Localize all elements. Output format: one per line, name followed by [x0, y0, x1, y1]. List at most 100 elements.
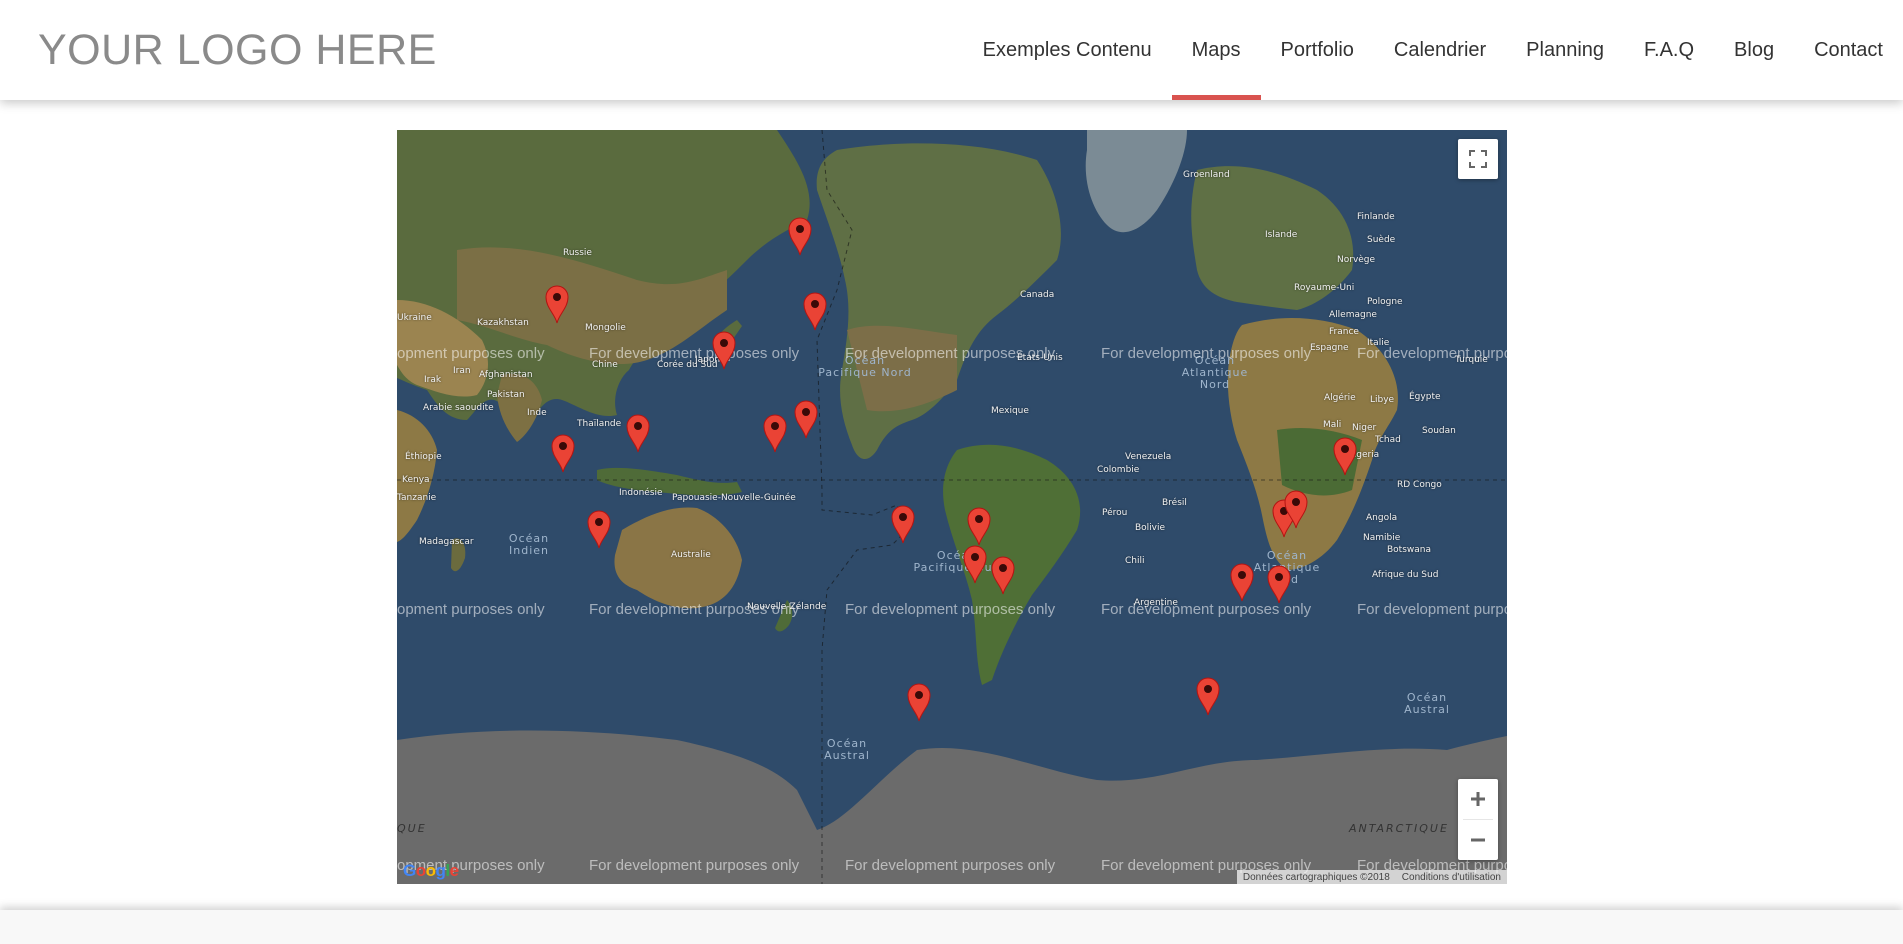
- label-niger: Niger: [1352, 423, 1377, 433]
- terms-link[interactable]: Conditions d'utilisation: [1402, 872, 1501, 883]
- label-royaume-uni: Royaume-Uni: [1294, 283, 1355, 293]
- zoom-in-button[interactable]: [1458, 779, 1498, 819]
- map-marker[interactable]: [711, 330, 737, 370]
- label-mexique: Mexique: [991, 406, 1029, 416]
- watermark: For development purpo: [1357, 601, 1507, 618]
- label-mali: Mali: [1323, 420, 1342, 430]
- label-pakistan: Pakistan: [487, 390, 525, 400]
- map-pin-icon: [967, 507, 991, 546]
- main-nav: Exemples Contenu Maps Portfolio Calendri…: [963, 0, 1903, 100]
- label-venezuela: Venezuela: [1125, 452, 1172, 462]
- antarctica-label-left: QUE: [397, 822, 427, 835]
- map-marker[interactable]: [1229, 562, 1255, 602]
- map-marker[interactable]: [1332, 436, 1358, 476]
- map-pin-icon: [963, 545, 987, 584]
- map-pin-icon: [551, 434, 575, 473]
- watermark: For development purposes only: [845, 601, 1056, 618]
- label-pologne: Pologne: [1367, 297, 1403, 307]
- label-espagne: Espagne: [1310, 343, 1349, 353]
- google-map[interactable]: Groenland Finlande Islande Suède Norvège…: [397, 130, 1507, 884]
- map-marker[interactable]: [802, 291, 828, 331]
- label-libye: Libye: [1370, 395, 1395, 405]
- map-marker[interactable]: [906, 682, 932, 722]
- label-irak: Irak: [424, 375, 442, 385]
- label-groenland: Groenland: [1183, 170, 1230, 180]
- label-arabie-saoudite: Arabie saoudite: [423, 403, 494, 413]
- map-pin-icon: [803, 292, 827, 331]
- map-marker[interactable]: [966, 506, 992, 546]
- label-chili: Chili: [1125, 556, 1145, 566]
- label-egypte: Égypte: [1409, 392, 1441, 402]
- nav-item-maps[interactable]: Maps: [1171, 0, 1261, 100]
- map-pin-icon: [763, 414, 787, 453]
- watermark: For development purposes only: [845, 345, 1056, 362]
- map-pin-icon: [1196, 677, 1220, 716]
- watermark: For development purposes only: [589, 857, 800, 874]
- label-france: France: [1329, 327, 1359, 337]
- label-kenya-left: Kenya: [402, 475, 430, 485]
- nav-item-planning[interactable]: Planning: [1506, 0, 1624, 100]
- ocean-label-austral-1: Océan Austral: [824, 737, 870, 762]
- nav-item-contact[interactable]: Contact: [1794, 0, 1903, 100]
- map-attribution: Données cartographiques ©2018 Conditions…: [1236, 870, 1507, 884]
- watermark: For development purposes only: [845, 857, 1056, 874]
- nav-item-exemples-contenu[interactable]: Exemples Contenu: [963, 0, 1172, 100]
- ocean-label-indien: Océan Indien: [508, 532, 550, 557]
- map-marker[interactable]: [586, 509, 612, 549]
- map-marker[interactable]: [625, 413, 651, 453]
- label-indonesie: Indonésie: [619, 488, 663, 498]
- fullscreen-button[interactable]: [1458, 139, 1498, 179]
- minus-icon: [1471, 838, 1485, 842]
- map-pin-icon: [1333, 437, 1357, 476]
- google-logo[interactable]: Google: [403, 861, 459, 881]
- nav-item-portfolio[interactable]: Portfolio: [1261, 0, 1374, 100]
- label-thailande: Thaïlande: [577, 419, 622, 429]
- site-header: YOUR LOGO HERE Exemples Contenu Maps Por…: [0, 0, 1903, 100]
- map-marker[interactable]: [890, 504, 916, 544]
- label-namibie: Namibie: [1363, 533, 1401, 543]
- map-pin-icon: [1267, 565, 1291, 604]
- label-botswana: Botswana: [1387, 545, 1431, 555]
- label-soudan: Soudan: [1422, 426, 1456, 436]
- label-norvege: Norvège: [1337, 255, 1376, 265]
- zoom-out-button[interactable]: [1458, 820, 1498, 860]
- fullscreen-icon: [1469, 150, 1487, 168]
- map-marker[interactable]: [1195, 676, 1221, 716]
- map-marker[interactable]: [762, 413, 788, 453]
- nav-item-calendrier[interactable]: Calendrier: [1374, 0, 1506, 100]
- nav-item-blog[interactable]: Blog: [1714, 0, 1794, 100]
- map-pin-icon: [794, 400, 818, 439]
- map-marker[interactable]: [550, 433, 576, 473]
- site-logo[interactable]: YOUR LOGO HERE: [38, 26, 437, 75]
- label-suede: Suède: [1367, 235, 1396, 245]
- map-pin-icon: [1284, 490, 1308, 529]
- nav-item-faq[interactable]: F.A.Q: [1624, 0, 1714, 100]
- map-marker[interactable]: [787, 216, 813, 256]
- label-perou: Pérou: [1102, 508, 1128, 518]
- label-madagascar-left: Madagascar: [419, 537, 474, 547]
- label-finlande: Finlande: [1357, 212, 1395, 222]
- map-marker[interactable]: [544, 284, 570, 324]
- label-algerie: Algérie: [1324, 393, 1356, 403]
- map-marker[interactable]: [1283, 489, 1309, 529]
- label-islande: Islande: [1265, 230, 1298, 240]
- map-pin-icon: [788, 217, 812, 256]
- label-australie: Australie: [671, 550, 711, 560]
- label-papouasie: Papouasie-Nouvelle-Guinée: [672, 493, 796, 503]
- map-marker[interactable]: [793, 399, 819, 439]
- label-inde: Inde: [527, 408, 547, 418]
- map-pin-icon: [712, 331, 736, 370]
- watermark: For development purposes only: [1101, 345, 1312, 362]
- antarctica-label: ANTARCTIQUE: [1349, 822, 1449, 835]
- map-marker[interactable]: [1266, 564, 1292, 604]
- ocean-label-austral-2: Océan Austral: [1404, 691, 1450, 716]
- map-pin-icon: [907, 683, 931, 722]
- map-marker[interactable]: [990, 555, 1016, 595]
- map-pin-icon: [891, 505, 915, 544]
- map-marker[interactable]: [962, 544, 988, 584]
- watermark: opment purposes only: [397, 345, 545, 362]
- map-pin-icon: [545, 285, 569, 324]
- label-canada: Canada: [1020, 290, 1055, 300]
- watermark: For development purpo: [1357, 345, 1507, 362]
- footer-bar: [0, 910, 1903, 944]
